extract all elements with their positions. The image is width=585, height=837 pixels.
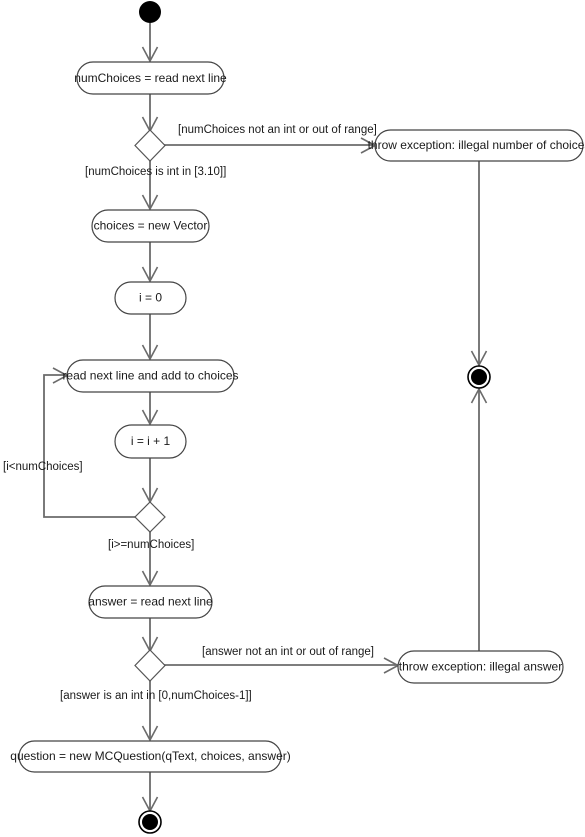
action-read-answer[interactable]: answer = read next line: [88, 585, 213, 619]
guard-answer-valid: [answer is an int in [0,numChoices-1]]: [60, 690, 252, 702]
edge-decision-to-throw-illegal-choices: [164, 137, 377, 154]
edge-init-i-to-read-choice-line: [141, 314, 159, 361]
action-increment-i-label: i = i + 1: [131, 434, 171, 448]
activity-diagram-canvas: numChoices = read next line throw except…: [0, 0, 585, 837]
edge-increment-to-decision-loop: [141, 458, 159, 504]
final-node-exception[interactable]: [467, 365, 491, 389]
decision-loop[interactable]: [134, 501, 166, 533]
edge-new-vector-to-init-i: [141, 242, 159, 283]
edge-make-question-to-final: [141, 772, 159, 813]
edge-throw-illegal-choices-to-final: [470, 160, 488, 367]
action-read-num-choices[interactable]: numChoices = read next line: [74, 61, 227, 95]
action-make-question-label: question = new MCQuestion(qText, choices…: [10, 749, 290, 763]
action-read-num-choices-label: numChoices = read next line: [74, 71, 227, 85]
initial-node[interactable]: [139, 1, 161, 23]
edge-decision-answer-to-make-question: [141, 680, 159, 742]
action-init-i[interactable]: i = 0: [114, 281, 187, 315]
edge-throw-illegal-answer-to-final: [470, 387, 488, 651]
decision-num-choices[interactable]: [134, 129, 166, 162]
action-read-answer-label: answer = read next line: [88, 595, 213, 609]
action-init-i-label: i = 0: [139, 291, 162, 305]
action-throw-illegal-answer-label: throw exception: illegal answer: [399, 660, 562, 674]
action-throw-illegal-choices[interactable]: throw exception: illegal number of choic…: [368, 129, 585, 162]
guard-num-choices-valid: [numChoices is int in [3.10]]: [85, 166, 226, 178]
guard-loop-continue: [i<numChoices]: [3, 461, 83, 473]
action-new-vector-label: choices = new Vector: [94, 219, 208, 233]
action-read-choice-line-label: read next line and add to choices: [62, 369, 238, 383]
decision-answer[interactable]: [134, 649, 166, 682]
final-node-success[interactable]: [138, 810, 162, 834]
edge-read-num-choices-to-decision: [141, 94, 159, 133]
edge-read-choice-line-to-increment: [141, 392, 159, 426]
guard-loop-exit: [i>=numChoices]: [108, 539, 194, 551]
action-throw-illegal-choices-label: throw exception: illegal number of choic…: [368, 138, 585, 152]
guard-num-choices-invalid: [numChoices not an int or out of range]: [178, 124, 377, 136]
action-throw-illegal-answer[interactable]: throw exception: illegal answer: [397, 650, 564, 684]
action-new-vector[interactable]: choices = new Vector: [91, 209, 210, 243]
edge-start-to-read-num-choices: [141, 23, 159, 63]
edge-decision-answer-to-throw-illegal-answer: [164, 657, 400, 674]
action-make-question[interactable]: question = new MCQuestion(qText, choices…: [10, 740, 291, 773]
action-read-choice-line[interactable]: read next line and add to choices: [62, 359, 239, 393]
guard-answer-invalid: [answer not an int or out of range]: [202, 646, 374, 658]
action-increment-i[interactable]: i = i + 1: [114, 424, 187, 459]
uml-activity-diagram: numChoices = read next line throw except…: [3, 1, 585, 834]
edge-read-answer-to-decision-answer: [141, 618, 159, 653]
